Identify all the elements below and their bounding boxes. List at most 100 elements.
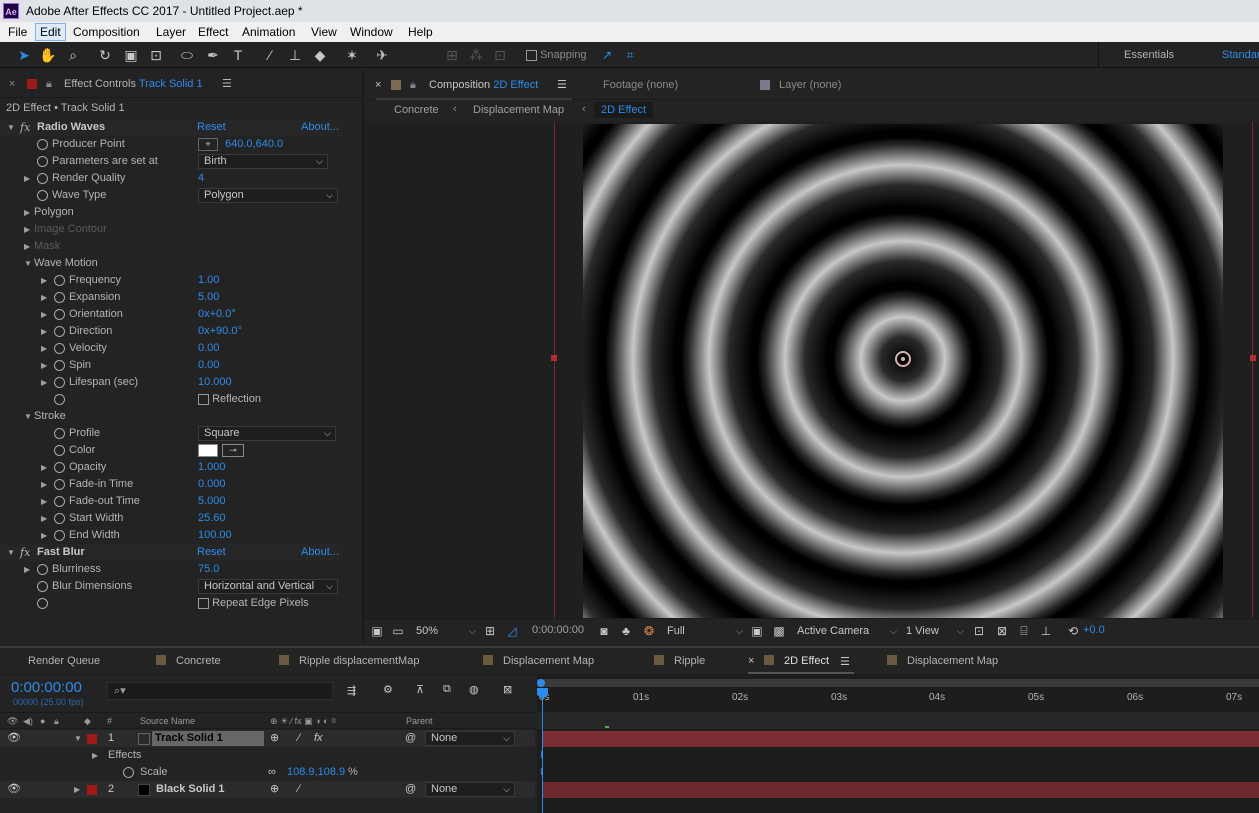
menu-window[interactable]: Window [346,24,397,40]
brush-tool-icon[interactable]: ∕ [260,46,280,64]
ellipse-tool-icon[interactable]: ⬭ [177,46,197,64]
close-icon[interactable]: × [375,79,381,91]
graph-editor-icon[interactable]: ⊠ [503,683,512,696]
collapse-triangle-icon[interactable]: ▼ [24,255,32,272]
shy-icon[interactable]: ⊼ [416,683,424,696]
expand-triangle-icon[interactable]: ▶ [41,323,47,340]
stopwatch-icon[interactable] [123,767,134,778]
collapse-switch-icon[interactable]: ⊕ [270,730,279,747]
stopwatch-icon[interactable] [37,190,48,201]
stopwatch-icon[interactable] [54,428,65,439]
search-input[interactable]: ⌕▾ [107,682,333,700]
crumb-2d-effect[interactable]: 2D Effect [594,102,654,118]
stopwatch-icon[interactable] [54,326,65,337]
current-time[interactable]: 0:00:00:00 [532,624,584,636]
effect-controls-tab[interactable]: Effect Controls Track Solid 1 [64,78,203,90]
layer-name[interactable]: Track Solid 1 [152,731,264,746]
menu-layer[interactable]: Layer [152,24,190,40]
label-swatch[interactable] [87,785,97,795]
workspace-standard[interactable]: Standard [1222,49,1259,61]
fast-previews-icon[interactable]: ⊠ [995,624,1009,638]
layer-tab[interactable]: Layer (none) [779,79,841,91]
param-value[interactable]: 1.00 [198,272,219,289]
group-stroke[interactable]: ▼ Stroke [0,408,343,425]
layer-row-1[interactable]: 👁︎ ▼ 1 Track Solid 1 ⊕ ∕ fx @ None ⌵ [0,730,535,747]
work-area-start-handle[interactable] [537,679,545,687]
layer-name[interactable]: Black Solid 1 [156,781,224,798]
radio-waves-render[interactable] [583,124,1223,618]
expand-triangle-icon[interactable]: ▶ [41,306,47,323]
group-polygon[interactable]: ▶ Polygon [0,204,343,221]
stopwatch-icon[interactable] [54,462,65,473]
menu-composition[interactable]: Composition [69,24,144,40]
source-name-header[interactable]: Source Name [140,713,195,730]
param-value[interactable]: 0x+0.0° [198,306,236,323]
param-value[interactable]: 75.0 [198,561,219,578]
composition-viewer[interactable] [364,122,1259,618]
param-value[interactable]: 5.00 [198,289,219,306]
show-snapshot-icon[interactable]: ♣ [619,624,633,638]
stopwatch-icon[interactable] [54,479,65,490]
close-icon[interactable]: × [9,78,15,90]
stopwatch-icon[interactable] [54,530,65,541]
param-value[interactable]: 0x+90.0° [198,323,242,340]
crosshair-icon[interactable]: ⌖ [198,138,218,151]
expand-triangle-icon[interactable]: ▶ [74,781,80,798]
type-tool-icon[interactable]: T [228,46,248,64]
fx-icon[interactable]: fx [20,544,30,561]
zoom-dropdown[interactable]: 50% ⌵ [416,624,476,639]
param-value[interactable]: 0.00 [198,340,219,357]
snap-features-icon[interactable]: ⌗ [620,46,640,64]
region-of-interest-icon[interactable]: ▣ [750,624,764,638]
layer-bar-1[interactable] [543,731,1259,747]
expand-triangle-icon[interactable]: ▶ [41,476,47,493]
timeline-icon[interactable]: ⌸ [1017,624,1031,638]
about-link[interactable]: About... [301,119,339,136]
expand-triangle-icon[interactable]: ▶ [92,747,98,764]
selection-tool-icon[interactable]: ➤ [14,46,34,64]
param-value[interactable]: 5.000 [198,493,226,510]
stopwatch-icon[interactable] [37,581,48,592]
current-timecode[interactable]: 0:00:00:00 [11,679,82,696]
expand-triangle-icon[interactable]: ▶ [41,459,47,476]
footage-tab[interactable]: Footage (none) [603,79,678,91]
workspace-essentials[interactable]: Essentials [1124,49,1174,61]
pickwhip-icon[interactable]: @ [405,781,416,798]
about-link[interactable]: About... [301,544,339,561]
stopwatch-icon[interactable] [37,139,48,150]
clone-stamp-tool-icon[interactable]: ⊥ [285,46,305,64]
roto-brush-tool-icon[interactable]: ✶ [342,46,362,64]
collapse-triangle-icon[interactable]: ▼ [7,119,15,136]
effects-group-row[interactable]: ▶ Effects [0,747,535,764]
wave-type-dropdown[interactable]: Polygon ⌵ [198,188,338,203]
expand-triangle-icon[interactable]: ▶ [41,272,47,289]
eyedropper-icon[interactable]: ⊸ [222,444,244,457]
menu-edit[interactable]: Edit [35,23,66,41]
pickwhip-icon[interactable]: @ [405,730,416,747]
parent-dropdown[interactable]: None ⌵ [425,782,515,797]
tab-2d-effect[interactable]: 2D Effect [764,655,829,667]
stopwatch-icon[interactable] [54,360,65,371]
toggle-pixel-aspect-icon[interactable]: ⊡ [972,624,986,638]
effect-radio-waves[interactable]: ▼ fx Radio Waves Reset About... [0,119,343,136]
exposure-value[interactable]: +0.0 [1083,624,1105,636]
parent-dropdown[interactable]: None ⌵ [425,731,515,746]
param-value[interactable]: 100.00 [198,527,232,544]
tab-displacement-map-2[interactable]: Displacement Map [887,655,998,667]
menu-file[interactable]: File [4,24,31,40]
expand-triangle-icon[interactable]: ▶ [41,527,47,544]
rotate-tool-icon[interactable]: ↻ [95,46,115,64]
menu-view[interactable]: View [307,24,341,40]
quality-switch-icon[interactable]: ∕ [298,730,300,747]
panel-menu-icon[interactable]: ☰ [840,655,850,668]
composition-mini-flowchart-icon[interactable]: ⇶ [347,684,356,697]
menu-help[interactable]: Help [404,24,437,40]
snap-edges-icon[interactable]: ↗ [597,46,617,64]
eraser-tool-icon[interactable]: ◆ [310,46,330,64]
camera-tool-icon[interactable]: ▣ [121,46,141,64]
stopwatch-icon[interactable] [54,275,65,286]
layer-bar-2[interactable] [543,782,1259,798]
stopwatch-icon[interactable] [54,377,65,388]
crumb-displacement-map[interactable]: Displacement Map [473,104,564,116]
reset-exposure-icon[interactable]: ⟲ [1066,624,1080,638]
